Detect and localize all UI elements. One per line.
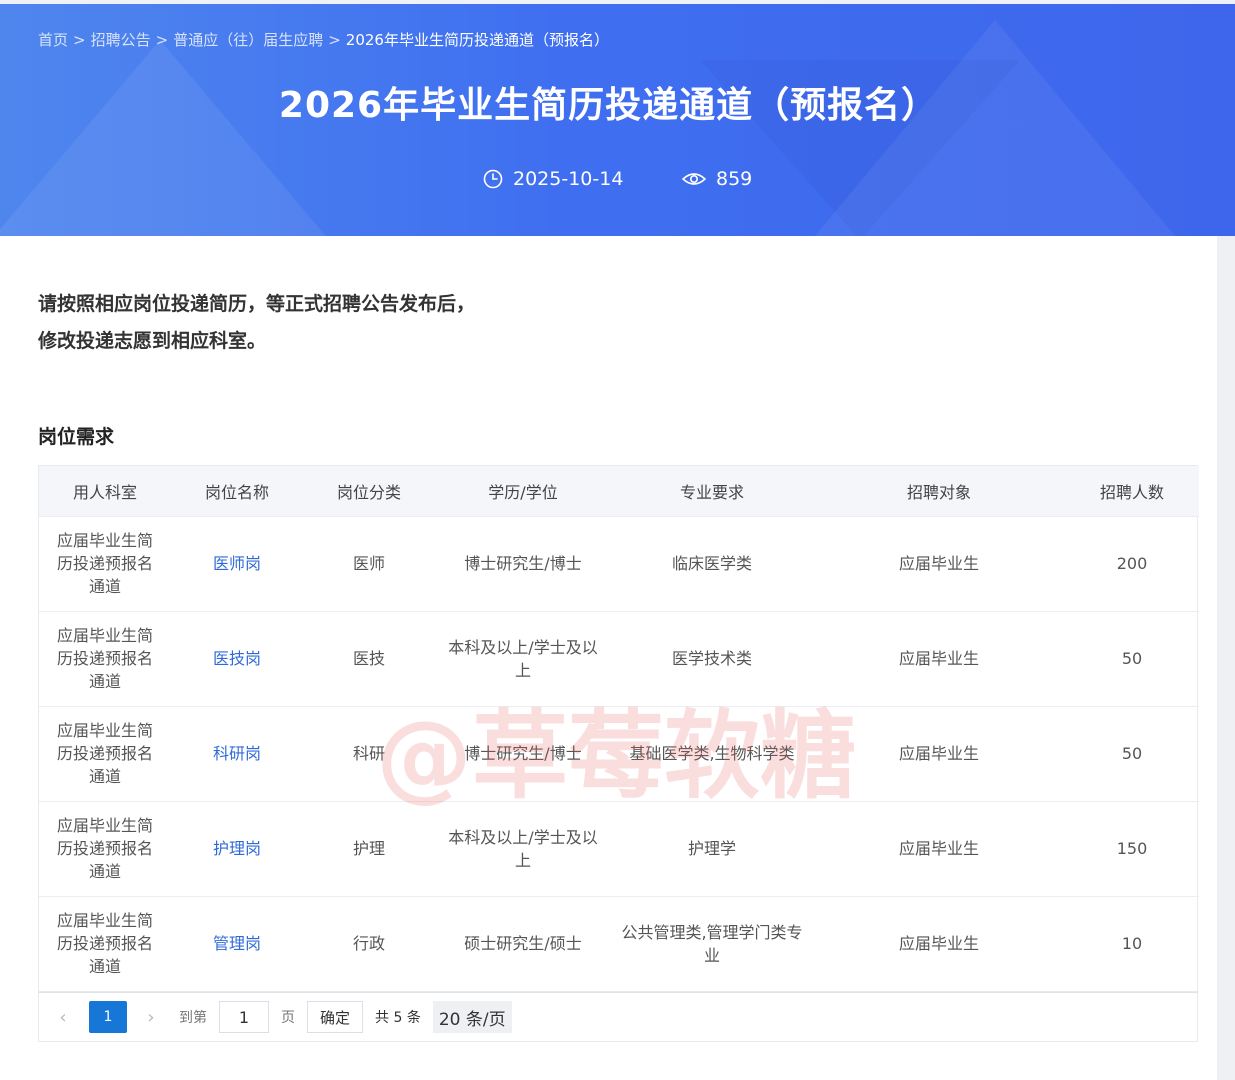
- view-count-text: 859: [716, 168, 753, 190]
- cell-target: 应届毕业生: [898, 554, 979, 573]
- breadcrumb-separator: >: [73, 31, 86, 49]
- position-link[interactable]: 医技岗: [213, 649, 261, 668]
- clock-icon: [483, 169, 503, 189]
- breadcrumb-current: 2026年毕业生简历投递通道（预报名）: [345, 31, 609, 49]
- cell-department: 应届毕业生简历投递预报名通道: [56, 721, 153, 786]
- prev-page-icon[interactable]: ‹: [53, 1007, 73, 1028]
- cell-category: 护理: [352, 839, 385, 858]
- breadcrumb-category[interactable]: 普通应（往）届生应聘: [173, 31, 323, 49]
- cell-department: 应届毕业生简历投递预报名通道: [56, 911, 153, 977]
- column-header: 招聘人数: [1099, 482, 1164, 502]
- page-size-select[interactable]: 20 条/页: [432, 1001, 512, 1033]
- position-link[interactable]: 医师岗: [213, 554, 261, 573]
- cell-category: 科研: [352, 744, 385, 763]
- total-count: 共 5 条: [375, 1010, 421, 1026]
- page-button-current[interactable]: 1: [89, 1001, 127, 1033]
- cell-major: 基础医学类,生物科学类: [629, 744, 795, 763]
- next-page-icon[interactable]: ›: [141, 1007, 161, 1028]
- goto-page-input[interactable]: 1: [219, 1001, 269, 1033]
- eye-icon: [682, 173, 706, 185]
- cell-category: 医技: [352, 649, 385, 668]
- table-header-row: 用人科室 岗位名称 岗位分类 学历/学位 专业要求 招聘对象 招聘人数: [39, 466, 1199, 516]
- top-strip: [0, 0, 1235, 4]
- cell-major: 医学技术类: [671, 649, 752, 668]
- scrollbar-track[interactable]: [1217, 236, 1235, 1080]
- table-row: 应届毕业生简历投递预报名通道 护理岗 护理 本科及以上/学士及以上 护理学 应届…: [39, 801, 1199, 896]
- position-link[interactable]: 管理岗: [213, 934, 261, 953]
- publish-date: 2025-10-14: [483, 168, 623, 190]
- view-count: 859: [682, 168, 752, 190]
- intro-text: 请按照相应岗位投递简历，等正式招聘公告发布后， 修改投递志愿到相应科室。: [38, 286, 475, 360]
- breadcrumb-separator: >: [328, 31, 341, 49]
- cell-category: 医师: [352, 554, 385, 573]
- cell-department: 应届毕业生简历投递预报名通道: [56, 816, 153, 881]
- cell-target: 应届毕业生: [898, 934, 979, 954]
- cell-degree: 硕士研究生/硕士: [464, 934, 582, 954]
- table-row: 应届毕业生简历投递预报名通道 科研岗 科研 博士研究生/博士 基础医学类,生物科…: [39, 706, 1199, 801]
- breadcrumb-separator: >: [155, 31, 169, 49]
- cell-department: 应届毕业生简历投递预报名通道: [56, 626, 153, 691]
- cell-major: 临床医学类: [671, 554, 752, 573]
- confirm-button[interactable]: 确定: [307, 1001, 364, 1033]
- cell-degree: 本科及以上/学士及以上: [448, 637, 598, 680]
- page-title: 2026年毕业生简历投递通道（预报名）: [278, 85, 939, 126]
- cell-category: 行政: [352, 934, 385, 954]
- publish-date-text: 2025-10-14: [513, 168, 624, 190]
- breadcrumb-recruitment[interactable]: 招聘公告: [91, 31, 151, 49]
- cell-degree: 博士研究生/博士: [464, 554, 582, 573]
- page-unit-label: 页: [281, 1010, 295, 1026]
- position-link[interactable]: 科研岗: [213, 744, 261, 763]
- positions-table: 用人科室 岗位名称 岗位分类 学历/学位 专业要求 招聘对象 招聘人数 应届毕业…: [38, 465, 1199, 992]
- column-header: 招聘对象: [906, 482, 971, 502]
- section-title: 岗位需求: [38, 426, 115, 448]
- column-header: 岗位分类: [336, 482, 401, 502]
- table-row: 应届毕业生简历投递预报名通道 管理岗 行政 硕士研究生/硕士 公共管理类,管理学…: [39, 896, 1199, 991]
- goto-label: 到第: [179, 1010, 207, 1026]
- cell-count: 10: [1121, 934, 1143, 954]
- cell-department: 应届毕业生简历投递预报名通道: [56, 531, 153, 596]
- cell-count: 50: [1121, 744, 1143, 763]
- column-header: 用人科室: [72, 482, 137, 502]
- cell-major: 护理学: [687, 839, 736, 858]
- position-link[interactable]: 护理岗: [213, 839, 261, 858]
- cell-count: 50: [1121, 649, 1143, 668]
- cell-degree: 博士研究生/博士: [464, 744, 582, 763]
- intro-line: 修改投递志愿到相应科室。: [38, 330, 267, 352]
- cell-target: 应届毕业生: [898, 649, 979, 668]
- cell-major: 公共管理类,管理学门类专业: [621, 922, 803, 965]
- breadcrumb-home[interactable]: 首页: [38, 31, 68, 49]
- column-header: 学历/学位: [488, 482, 558, 502]
- cell-target: 应届毕业生: [898, 839, 979, 858]
- breadcrumb: 首页 > 招聘公告 > 普通应（往）届生应聘 >2026年毕业生简历投递通道（预报名）: [38, 29, 609, 50]
- column-header: 专业要求: [679, 482, 744, 502]
- table-row: 应届毕业生简历投递预报名通道 医师岗 医师 博士研究生/博士 临床医学类 应届毕…: [39, 516, 1199, 611]
- pagination: ‹ 1 › 到第 1 页 确定 共 5 条 20 条/页: [38, 992, 1198, 1042]
- table-row: 应届毕业生简历投递预报名通道 医技岗 医技 本科及以上/学士及以上 医学技术类 …: [39, 611, 1199, 706]
- cell-count: 200: [1116, 554, 1148, 573]
- intro-line: 请按照相应岗位投递简历，等正式招聘公告发布后，: [38, 293, 476, 315]
- cell-target: 应届毕业生: [898, 744, 979, 763]
- cell-degree: 本科及以上/学士及以上: [448, 827, 598, 870]
- cell-count: 150: [1116, 839, 1148, 858]
- column-header: 岗位名称: [204, 482, 269, 502]
